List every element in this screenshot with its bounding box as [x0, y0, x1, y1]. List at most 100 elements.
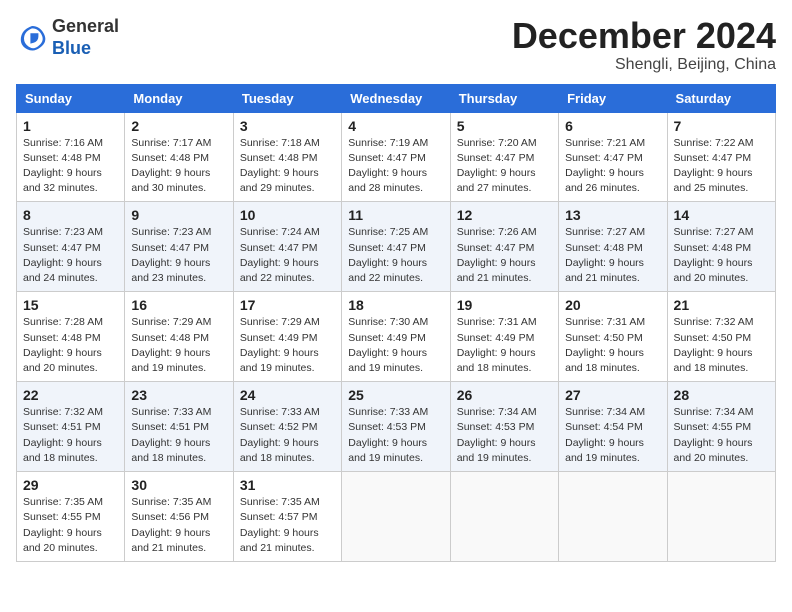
calendar-day-cell: 9Sunrise: 7:23 AM Sunset: 4:47 PM Daylig… — [125, 202, 233, 292]
day-info: Sunrise: 7:34 AM Sunset: 4:55 PM Dayligh… — [674, 405, 769, 466]
title-block: December 2024 Shengli, Beijing, China — [512, 16, 776, 74]
day-of-week-header: Friday — [559, 84, 667, 112]
day-number: 11 — [348, 207, 443, 223]
day-of-week-header: Monday — [125, 84, 233, 112]
month-year-title: December 2024 — [512, 16, 776, 56]
calendar-day-cell: 6Sunrise: 7:21 AM Sunset: 4:47 PM Daylig… — [559, 112, 667, 202]
day-info: Sunrise: 7:28 AM Sunset: 4:48 PM Dayligh… — [23, 315, 118, 376]
day-info: Sunrise: 7:32 AM Sunset: 4:50 PM Dayligh… — [674, 315, 769, 376]
day-info: Sunrise: 7:21 AM Sunset: 4:47 PM Dayligh… — [565, 136, 660, 197]
day-info: Sunrise: 7:18 AM Sunset: 4:48 PM Dayligh… — [240, 136, 335, 197]
calendar-header-row: SundayMondayTuesdayWednesdayThursdayFrid… — [17, 84, 776, 112]
calendar-day-cell: 7 Sunrise: 7:22 AM Sunset: 4:47 PM Daylig… — [667, 112, 775, 202]
day-number: 25 — [348, 387, 443, 403]
day-info: Sunrise: 7:26 AM Sunset: 4:47 PM Dayligh… — [457, 225, 552, 286]
day-number: 30 — [131, 477, 226, 493]
day-number: 28 — [674, 387, 769, 403]
calendar-day-cell: 2 Sunrise: 7:17 AM Sunset: 4:48 PM Daylig… — [125, 112, 233, 202]
day-info: Sunrise: 7:20 AM Sunset: 4:47 PM Dayligh… — [457, 136, 552, 197]
calendar-day-cell: 16 Sunrise: 7:29 AM Sunset: 4:48 PM Dayli… — [125, 292, 233, 382]
day-info: Sunrise: 7:22 AM Sunset: 4:47 PM Dayligh… — [674, 136, 769, 197]
day-number: 20 — [565, 297, 660, 313]
location-subtitle: Shengli, Beijing, China — [512, 56, 776, 74]
calendar-day-cell — [667, 472, 775, 562]
calendar-day-cell — [559, 472, 667, 562]
day-info: Sunrise: 7:27 AM Sunset: 4:48 PM Dayligh… — [674, 225, 769, 286]
calendar-day-cell: 19 Sunrise: 7:31 AM Sunset: 4:49 PM Dayli… — [450, 292, 558, 382]
day-info: Sunrise: 7:16 AM Sunset: 4:48 PM Dayligh… — [23, 136, 118, 197]
day-number: 14 — [674, 207, 769, 223]
calendar-day-cell: 28 Sunrise: 7:34 AM Sunset: 4:55 PM Dayli… — [667, 382, 775, 472]
day-info: Sunrise: 7:32 AM Sunset: 4:51 PM Dayligh… — [23, 405, 118, 466]
day-of-week-header: Tuesday — [233, 84, 341, 112]
day-info: Sunrise: 7:31 AM Sunset: 4:49 PM Dayligh… — [457, 315, 552, 376]
calendar-day-cell: 23Sunrise: 7:33 AM Sunset: 4:51 PM Dayli… — [125, 382, 233, 472]
calendar-day-cell: 20 Sunrise: 7:31 AM Sunset: 4:50 PM Dayli… — [559, 292, 667, 382]
day-number: 19 — [457, 297, 552, 313]
calendar-week-row: 29 Sunrise: 7:35 AM Sunset: 4:55 PM Dayli… — [17, 472, 776, 562]
day-info: Sunrise: 7:33 AM Sunset: 4:52 PM Dayligh… — [240, 405, 335, 466]
calendar-day-cell: 14 Sunrise: 7:27 AM Sunset: 4:48 PM Dayli… — [667, 202, 775, 292]
day-info: Sunrise: 7:25 AM Sunset: 4:47 PM Dayligh… — [348, 225, 443, 286]
day-number: 13 — [565, 207, 660, 223]
logo-text: General Blue — [52, 16, 119, 59]
calendar-day-cell: 11 Sunrise: 7:25 AM Sunset: 4:47 PM Dayli… — [342, 202, 450, 292]
calendar-day-cell — [342, 472, 450, 562]
day-info: Sunrise: 7:17 AM Sunset: 4:48 PM Dayligh… — [131, 136, 226, 197]
day-number: 1 — [23, 118, 118, 134]
calendar-day-cell: 1 Sunrise: 7:16 AM Sunset: 4:48 PM Daylig… — [17, 112, 125, 202]
calendar-day-cell: 10 Sunrise: 7:24 AM Sunset: 4:47 PM Dayli… — [233, 202, 341, 292]
day-info: Sunrise: 7:35 AM Sunset: 4:55 PM Dayligh… — [23, 495, 118, 556]
day-of-week-header: Sunday — [17, 84, 125, 112]
day-number: 12 — [457, 207, 552, 223]
calendar-day-cell: 4 Sunrise: 7:19 AM Sunset: 4:47 PM Daylig… — [342, 112, 450, 202]
day-info: Sunrise: 7:30 AM Sunset: 4:49 PM Dayligh… — [348, 315, 443, 376]
day-number: 15 — [23, 297, 118, 313]
day-number: 7 — [674, 118, 769, 134]
calendar-day-cell: 3 Sunrise: 7:18 AM Sunset: 4:48 PM Daylig… — [233, 112, 341, 202]
calendar-day-cell: 18 Sunrise: 7:30 AM Sunset: 4:49 PM Dayli… — [342, 292, 450, 382]
calendar-day-cell: 8Sunrise: 7:23 AM Sunset: 4:47 PM Daylig… — [17, 202, 125, 292]
calendar-day-cell: 31 Sunrise: 7:35 AM Sunset: 4:57 PM Dayli… — [233, 472, 341, 562]
day-info: Sunrise: 7:35 AM Sunset: 4:57 PM Dayligh… — [240, 495, 335, 556]
day-number: 21 — [674, 297, 769, 313]
calendar-week-row: 22Sunrise: 7:32 AM Sunset: 4:51 PM Dayli… — [17, 382, 776, 472]
day-info: Sunrise: 7:33 AM Sunset: 4:51 PM Dayligh… — [131, 405, 226, 466]
day-number: 5 — [457, 118, 552, 134]
day-number: 24 — [240, 387, 335, 403]
calendar-table: SundayMondayTuesdayWednesdayThursdayFrid… — [16, 84, 776, 562]
day-info: Sunrise: 7:19 AM Sunset: 4:47 PM Dayligh… — [348, 136, 443, 197]
day-number: 16 — [131, 297, 226, 313]
day-info: Sunrise: 7:27 AM Sunset: 4:48 PM Dayligh… — [565, 225, 660, 286]
day-number: 31 — [240, 477, 335, 493]
day-info: Sunrise: 7:24 AM Sunset: 4:47 PM Dayligh… — [240, 225, 335, 286]
day-number: 3 — [240, 118, 335, 134]
day-number: 27 — [565, 387, 660, 403]
logo: General Blue — [16, 16, 119, 59]
calendar-day-cell: 5 Sunrise: 7:20 AM Sunset: 4:47 PM Daylig… — [450, 112, 558, 202]
day-info: Sunrise: 7:29 AM Sunset: 4:48 PM Dayligh… — [131, 315, 226, 376]
day-info: Sunrise: 7:29 AM Sunset: 4:49 PM Dayligh… — [240, 315, 335, 376]
day-number: 17 — [240, 297, 335, 313]
calendar-day-cell: 22Sunrise: 7:32 AM Sunset: 4:51 PM Dayli… — [17, 382, 125, 472]
calendar-week-row: 8Sunrise: 7:23 AM Sunset: 4:47 PM Daylig… — [17, 202, 776, 292]
day-info: Sunrise: 7:34 AM Sunset: 4:53 PM Dayligh… — [457, 405, 552, 466]
day-of-week-header: Saturday — [667, 84, 775, 112]
calendar-day-cell: 26Sunrise: 7:34 AM Sunset: 4:53 PM Dayli… — [450, 382, 558, 472]
day-number: 18 — [348, 297, 443, 313]
calendar-week-row: 15 Sunrise: 7:28 AM Sunset: 4:48 PM Dayli… — [17, 292, 776, 382]
day-number: 2 — [131, 118, 226, 134]
day-info: Sunrise: 7:31 AM Sunset: 4:50 PM Dayligh… — [565, 315, 660, 376]
day-number: 4 — [348, 118, 443, 134]
day-number: 10 — [240, 207, 335, 223]
day-info: Sunrise: 7:34 AM Sunset: 4:54 PM Dayligh… — [565, 405, 660, 466]
day-of-week-header: Wednesday — [342, 84, 450, 112]
calendar-day-cell: 17 Sunrise: 7:29 AM Sunset: 4:49 PM Dayli… — [233, 292, 341, 382]
calendar-week-row: 1 Sunrise: 7:16 AM Sunset: 4:48 PM Daylig… — [17, 112, 776, 202]
calendar-day-cell: 15 Sunrise: 7:28 AM Sunset: 4:48 PM Dayli… — [17, 292, 125, 382]
calendar-day-cell: 13 Sunrise: 7:27 AM Sunset: 4:48 PM Dayli… — [559, 202, 667, 292]
day-number: 9 — [131, 207, 226, 223]
logo-icon — [16, 22, 48, 54]
day-number: 29 — [23, 477, 118, 493]
calendar-day-cell: 25Sunrise: 7:33 AM Sunset: 4:53 PM Dayli… — [342, 382, 450, 472]
